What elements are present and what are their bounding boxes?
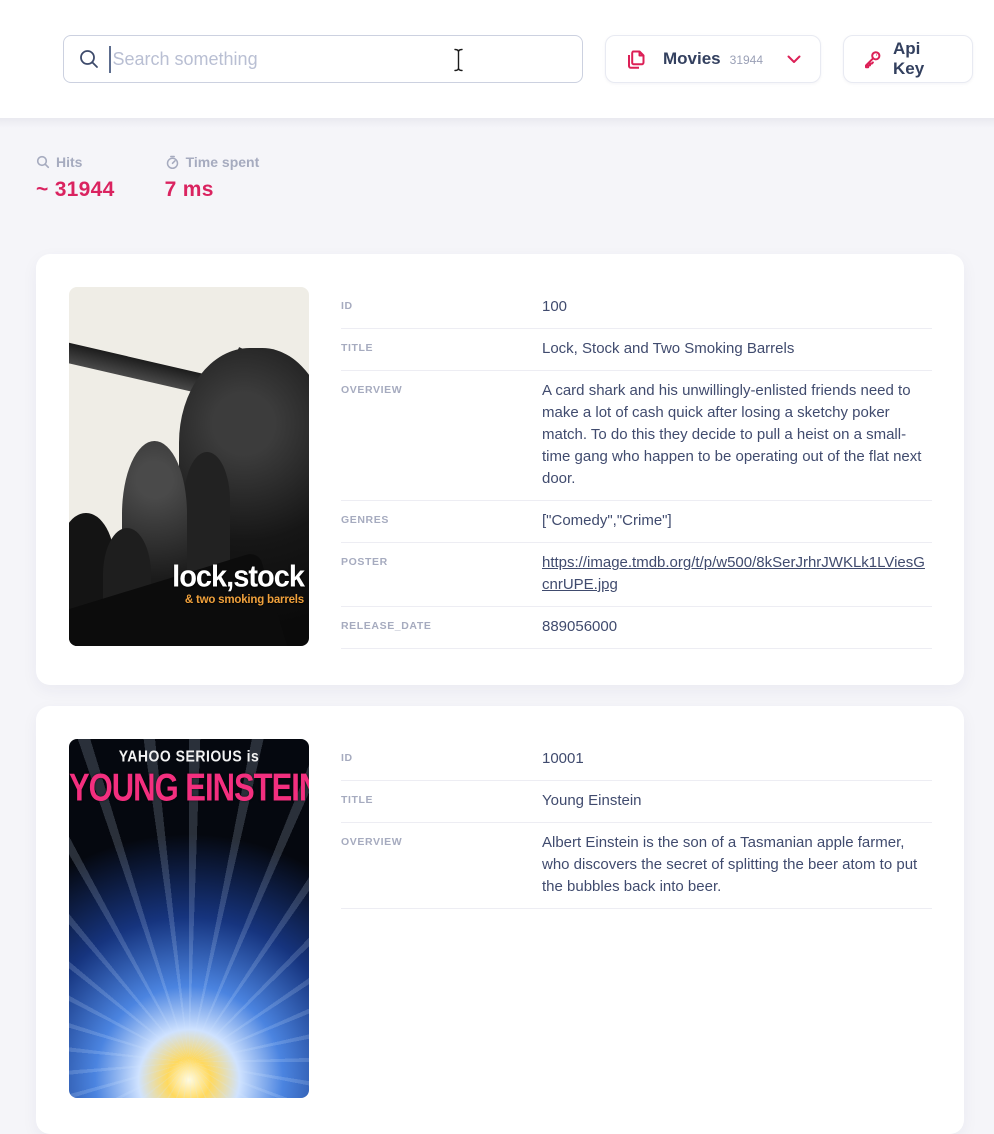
time-spent-label: Time spent [186,154,260,170]
results-page: Hits ~ 31944 Time spent 7 ms [0,118,994,1134]
field-row: GENRES["Comedy","Crime"] [341,501,932,543]
field-label: TITLE [341,338,542,360]
time-spent-value: 7 ms [165,178,260,202]
poster-title-text: YOUNG EINSTEIN [69,766,309,811]
hits-label: Hits [56,154,82,170]
index-name-label: Movies [663,49,721,69]
documents-icon [625,47,649,71]
search-icon [78,48,100,70]
field-value: ["Comedy","Crime"] [542,510,932,532]
text-caret [109,46,111,73]
movie-poster-image: YAHOO SERIOUS is YOUNG EINSTEIN [69,739,309,1098]
index-selector-button[interactable]: Movies 31944 [605,35,821,83]
poster-topline-text: YAHOO SERIOUS is [69,747,309,765]
key-icon [862,49,883,70]
field-label: ID [341,296,542,318]
stopwatch-icon [165,155,180,170]
field-row: TITLEYoung Einstein [341,781,932,823]
field-value-link[interactable]: https://image.tmdb.org/t/p/w500/8kSerJrh… [542,552,932,596]
document-fields: ID100TITLELock, Stock and Two Smoking Ba… [341,287,932,649]
api-key-label: Api Key [893,39,954,79]
field-row: ID100 [341,287,932,329]
field-value: Young Einstein [542,790,932,812]
field-value: Albert Einstein is the son of a Tasmania… [542,832,932,898]
movie-poster-image: lock,stock & two smoking barrels [69,287,309,646]
hits-value: ~ 31944 [36,178,115,202]
time-spent-stat: Time spent 7 ms [165,154,260,202]
field-row: OVERVIEWA card shark and his unwillingly… [341,371,932,501]
field-value: 889056000 [542,616,932,638]
field-label: OVERVIEW [341,380,542,490]
chevron-down-icon [787,55,801,64]
field-value: 100 [542,296,932,318]
field-label: OVERVIEW [341,832,542,898]
document-fields: ID10001TITLEYoung EinsteinOVERVIEWAlbert… [341,739,932,1098]
field-row: OVERVIEWAlbert Einstein is the son of a … [341,823,932,909]
search-input-container[interactable] [63,35,583,83]
hits-icon [36,155,50,169]
result-card: lock,stock & two smoking barrels ID100TI… [36,254,964,685]
hits-stat: Hits ~ 31944 [36,154,115,202]
api-key-button[interactable]: Api Key [843,35,973,83]
field-value: 10001 [542,748,932,770]
header: Movies 31944 Api Key [0,0,994,118]
index-count-badge: 31944 [730,53,763,67]
result-card: YAHOO SERIOUS is YOUNG EINSTEIN ID10001T… [36,706,964,1134]
field-row: RELEASE_DATE889056000 [341,607,932,649]
field-label: GENRES [341,510,542,532]
poster-subtitle-text: & two smoking barrels [172,595,304,607]
search-stats: Hits ~ 31944 Time spent 7 ms [36,154,958,202]
field-label: RELEASE_DATE [341,616,542,638]
field-row: TITLELock, Stock and Two Smoking Barrels [341,329,932,371]
field-label: TITLE [341,790,542,812]
poster-title-text: lock,stock [172,562,304,592]
field-value: A card shark and his unwillingly-enliste… [542,380,932,490]
field-row: POSTERhttps://image.tmdb.org/t/p/w500/8k… [341,543,932,607]
field-row: ID10001 [341,739,932,781]
field-value: Lock, Stock and Two Smoking Barrels [542,338,932,360]
field-label: POSTER [341,552,542,596]
search-input[interactable] [113,49,569,70]
field-label: ID [341,748,542,770]
